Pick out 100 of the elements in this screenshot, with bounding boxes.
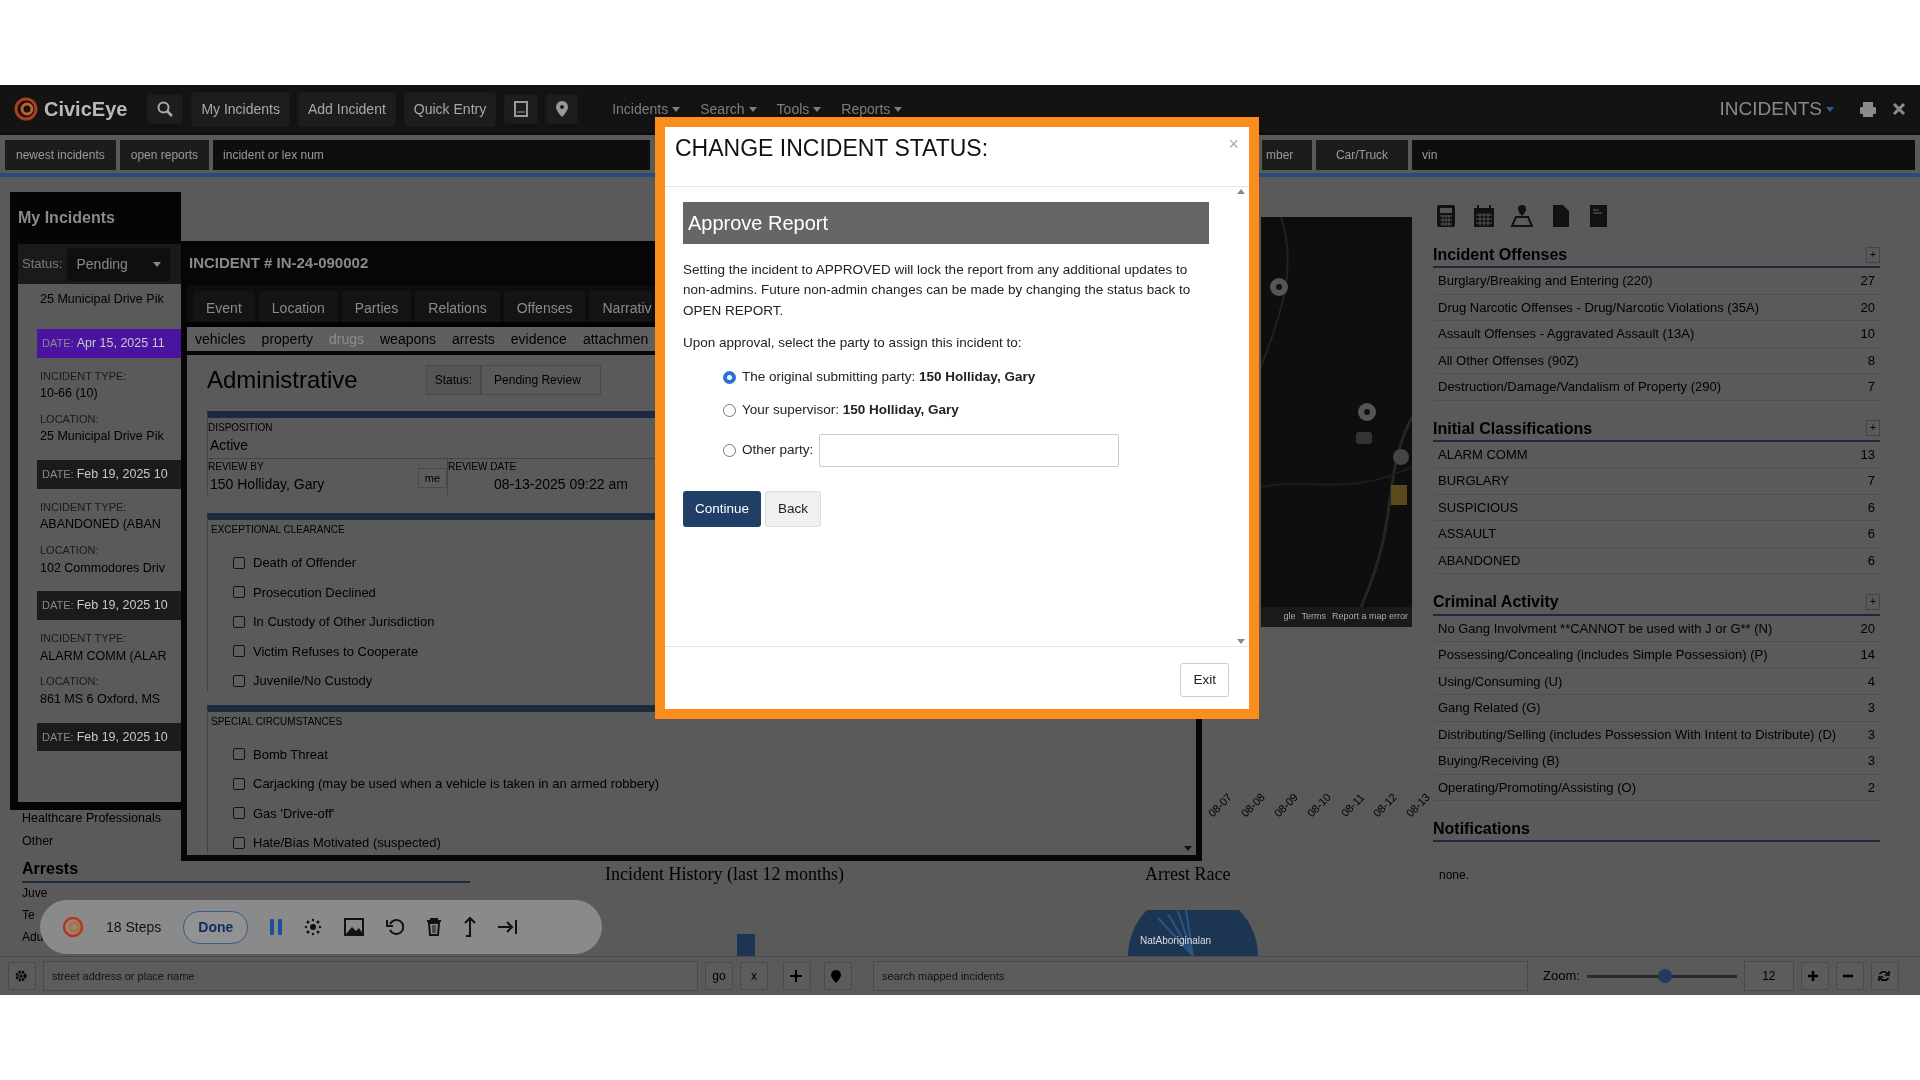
radio-button[interactable] — [723, 443, 736, 457]
quick-filter-button[interactable]: newest incidents — [5, 139, 116, 170]
close-icon[interactable] — [1892, 102, 1906, 116]
radio-label: Other party: — [742, 440, 814, 459]
search-field[interactable]: search mapped incidents — [873, 961, 1528, 991]
refresh-button[interactable] — [1870, 962, 1899, 990]
date-header[interactable]: DATE: Apr 15, 2025 11 — [37, 328, 181, 358]
caret-icon — [894, 106, 903, 112]
checkbox[interactable] — [233, 807, 245, 820]
book-icon[interactable] — [1587, 205, 1609, 227]
sub-tab[interactable]: evidence — [502, 328, 575, 350]
add-button[interactable]: + — [1866, 593, 1880, 610]
field-value: 150 Holliday, Gary — [209, 475, 325, 494]
tab[interactable]: Narrativ — [589, 291, 652, 322]
go-button[interactable]: go — [705, 962, 733, 990]
menu-dropdown[interactable]: Incidents — [602, 98, 691, 120]
tab[interactable]: Location — [258, 291, 338, 322]
tab[interactable]: Event — [193, 291, 255, 322]
clear-button[interactable]: x — [740, 962, 768, 990]
map-link[interactable]: Report a map error — [1331, 610, 1408, 624]
search-field[interactable]: incident or lex num — [213, 139, 650, 170]
vehicle-type-button[interactable]: Car/Truck — [1316, 139, 1408, 170]
sub-tab[interactable]: attachmen — [574, 328, 649, 350]
status-select[interactable]: Pending — [66, 246, 172, 282]
checkbox[interactable] — [233, 556, 245, 569]
back-button[interactable]: Back — [765, 490, 822, 527]
date-header[interactable]: DATE: Feb 19, 2025 10 — [37, 460, 181, 489]
settings-button[interactable] — [8, 962, 36, 990]
calendar-icon[interactable] — [1473, 205, 1495, 227]
checkbox[interactable] — [233, 645, 245, 658]
caret-icon — [672, 106, 681, 112]
map-pin-button[interactable] — [546, 94, 579, 124]
map-pin-button[interactable] — [824, 962, 852, 990]
radio-button[interactable] — [723, 403, 736, 417]
scroll-up-icon[interactable] — [1237, 189, 1245, 194]
menu-dropdown[interactable]: Tools — [766, 98, 832, 120]
chart-title: Incident History (last 12 months) — [605, 864, 844, 884]
map-icon[interactable] — [1511, 205, 1533, 227]
module-dropdown[interactable]: INCIDENTS — [1709, 94, 1844, 124]
field-value: 10-66 (10) — [40, 385, 98, 402]
tab[interactable]: Offenses — [503, 291, 586, 322]
zoom-in-button[interactable] — [1800, 962, 1829, 990]
sub-tab[interactable]: property — [253, 328, 321, 350]
sub-tab[interactable]: weapons — [372, 328, 445, 350]
add-button[interactable]: + — [1866, 246, 1880, 263]
zoom-out-button[interactable] — [1835, 962, 1864, 990]
count-label: 13 — [1860, 445, 1875, 464]
count-label: 20 — [1860, 619, 1875, 638]
undo-icon[interactable] — [386, 918, 405, 936]
filter-button[interactable]: mber — [1262, 139, 1312, 170]
search-button[interactable] — [147, 94, 184, 124]
tab[interactable]: Relations — [415, 291, 500, 322]
sub-tab[interactable]: vehicles — [187, 328, 254, 350]
menu-dropdown[interactable]: Search — [690, 98, 767, 120]
calculator-icon[interactable] — [1435, 205, 1457, 227]
skip-to-end-icon[interactable] — [498, 920, 519, 934]
nav-button[interactable]: My Incidents — [191, 91, 290, 127]
date-header[interactable]: DATE: Feb 19, 2025 10 — [37, 591, 181, 620]
nav-button[interactable]: Quick Entry — [403, 91, 497, 127]
checkbox[interactable] — [233, 674, 245, 687]
field-label: LOCATION: — [40, 543, 99, 558]
date-header[interactable]: DATE: Feb 19, 2025 10 — [37, 722, 181, 752]
menu-dropdown[interactable]: Reports — [831, 98, 913, 120]
field-value: 25 Municipal Drive Pik — [40, 428, 164, 446]
image-icon[interactable] — [344, 918, 365, 936]
vin-field[interactable]: vin — [1412, 139, 1915, 170]
checkbox[interactable] — [233, 586, 245, 599]
exit-button[interactable]: Exit — [1180, 663, 1229, 698]
list-item-label: All Other Offenses (90Z) — [1438, 351, 1579, 370]
list-item-label: Assault Offenses - Aggravated Assault (13A) — [1438, 325, 1695, 344]
checkbox[interactable] — [233, 615, 245, 628]
checkbox[interactable] — [233, 748, 245, 761]
scroll-down-icon[interactable] — [1237, 639, 1245, 644]
party-field[interactable] — [819, 433, 1120, 467]
table-button[interactable] — [504, 94, 539, 124]
checkbox[interactable] — [233, 836, 245, 849]
locate-button[interactable] — [783, 962, 811, 990]
radio-button[interactable] — [723, 370, 736, 384]
pause-icon[interactable] — [270, 919, 283, 935]
continue-button[interactable]: Continue — [683, 490, 762, 527]
map-pin-icon — [556, 101, 569, 117]
nav-button[interactable]: Add Incident — [298, 91, 396, 127]
trash-icon[interactable] — [426, 918, 443, 936]
quick-filter-button[interactable]: open reports — [119, 139, 210, 170]
paragraph: Setting the incident to APPROVED will lock the report from any additional updates to non-admins. Future non-admin changes can be made by changing the status back to OPEN REPORT. — [683, 261, 1192, 320]
field-label: INCIDENT TYPE: — [40, 631, 127, 646]
field-label: Status: — [22, 255, 63, 274]
blur-icon[interactable] — [304, 918, 323, 936]
me-button[interactable]: me — [417, 468, 447, 488]
scroll-arrow-icon[interactable] — [1184, 846, 1192, 851]
sub-tab[interactable]: arrests — [444, 328, 503, 350]
done-button[interactable]: Done — [183, 910, 249, 944]
map-link[interactable]: Terms — [1301, 610, 1326, 624]
caret-icon — [1826, 106, 1834, 112]
add-button[interactable]: + — [1866, 420, 1880, 437]
tab[interactable]: Parties — [341, 291, 412, 322]
arrow-up-icon[interactable] — [464, 917, 477, 937]
address-field[interactable]: street address or place name — [43, 961, 698, 991]
zoom-slider[interactable] — [1586, 968, 1737, 984]
checkbox[interactable] — [233, 777, 245, 790]
